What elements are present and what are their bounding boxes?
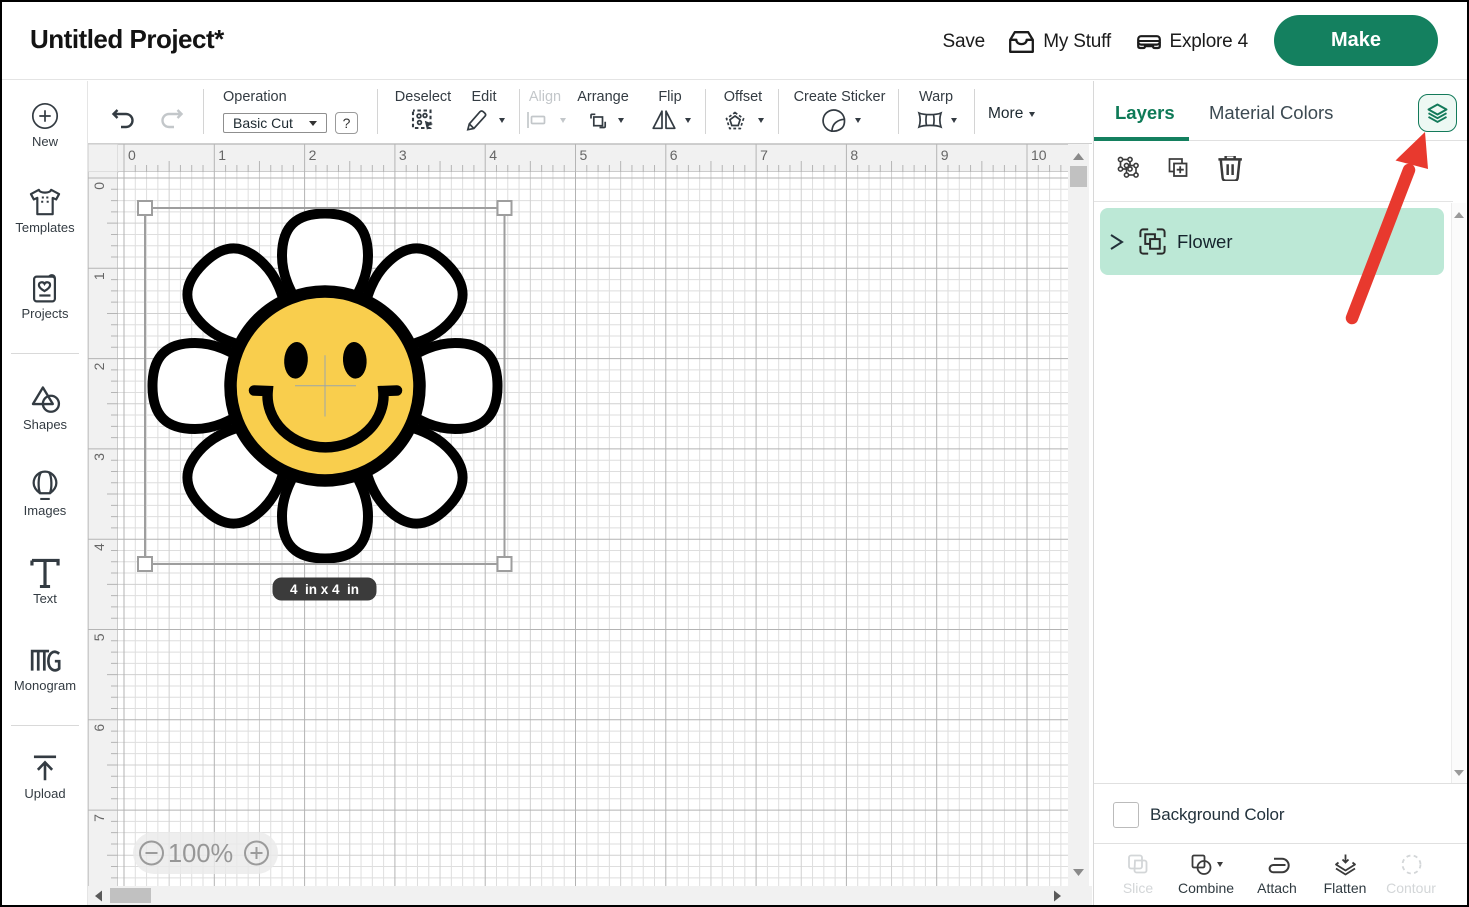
svg-text:2: 2 bbox=[91, 362, 107, 370]
svg-text:100%: 100% bbox=[168, 840, 233, 868]
svg-text:4: 4 bbox=[91, 543, 107, 551]
svg-text:6: 6 bbox=[91, 724, 107, 732]
svg-text:4: 4 bbox=[489, 147, 497, 163]
svg-text:3: 3 bbox=[399, 147, 407, 163]
svg-text:2: 2 bbox=[309, 147, 317, 163]
svg-text:8: 8 bbox=[850, 147, 858, 163]
svg-text:0: 0 bbox=[91, 182, 107, 190]
svg-text:9: 9 bbox=[941, 147, 949, 163]
svg-text:1: 1 bbox=[218, 147, 226, 163]
svg-text:3: 3 bbox=[91, 453, 107, 461]
svg-text:4 in x 4 in: 4 in x 4 in bbox=[290, 582, 359, 597]
svg-text:5: 5 bbox=[91, 633, 107, 641]
svg-text:0: 0 bbox=[128, 147, 136, 163]
svg-text:5: 5 bbox=[580, 147, 588, 163]
svg-text:7: 7 bbox=[91, 814, 107, 822]
svg-text:10: 10 bbox=[1031, 147, 1047, 163]
svg-text:6: 6 bbox=[670, 147, 678, 163]
svg-text:1: 1 bbox=[91, 272, 107, 280]
svg-text:7: 7 bbox=[760, 147, 768, 163]
